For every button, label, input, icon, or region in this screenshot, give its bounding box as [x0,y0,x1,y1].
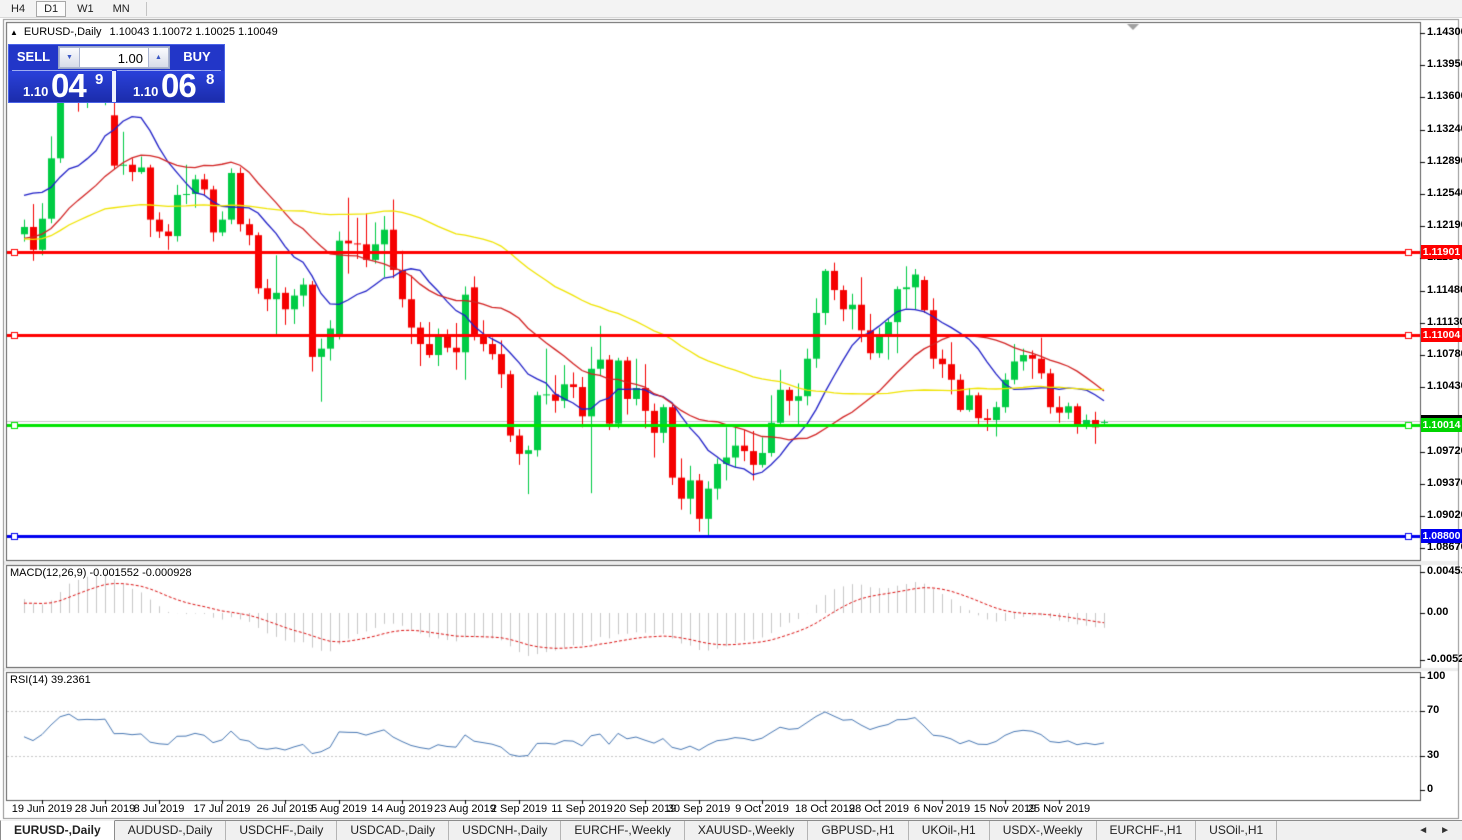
price-axis-label: 1.13240 [1427,123,1462,135]
chevron-down-icon: ▼ [66,54,73,61]
rsi-axis-label: 70 [1427,704,1439,716]
chart-symbol-title: EURUSD-,Daily [24,26,102,38]
one-click-trade-panel: SELL ▼ 1.00 ▲ BUY 1.10 04 9 1.10 06 [8,44,225,103]
timeframe-button-h4[interactable]: H4 [3,1,33,17]
price-axis-label: 1.12540 [1427,187,1462,199]
tab-scroll-right-icon[interactable]: ► [1434,825,1456,836]
price-axis-label: 1.11130 [1427,316,1462,328]
rsi-axis-label: 100 [1427,670,1445,682]
one-click-collapse-icon[interactable]: ▲ [10,28,18,37]
timeframe-button-w1[interactable]: W1 [69,1,102,17]
sell-price-big: 04 [51,71,86,102]
price-badge: 1.08800 [1421,529,1462,543]
date-axis-label: 17 Jul 2019 [189,803,255,815]
chart-tab-usdchf-daily[interactable]: USDCHF-,Daily [226,821,337,840]
chart-tab-usdx-weekly[interactable]: USDX-,Weekly [990,821,1097,840]
price-axis-label: 1.13950 [1427,58,1462,70]
date-axis-label: 28 Oct 2019 [846,803,912,815]
macd-values: -0.001552 -0.000928 [89,567,191,579]
date-axis-label: 14 Aug 2019 [369,803,435,815]
price-axis-label: 1.10430 [1427,380,1462,392]
chart-tab-eurchf-weekly[interactable]: EURCHF-,Weekly [561,821,684,840]
chart-tab-audusd-daily[interactable]: AUDUSD-,Daily [115,821,227,840]
sell-button[interactable]: SELL [9,49,58,64]
date-axis-label: 11 Sep 2019 [549,803,615,815]
buy-button[interactable]: BUY [170,49,224,64]
date-axis-label: 30 Sep 2019 [666,803,732,815]
price-axis-label: 1.13600 [1427,90,1462,102]
date-axis-label: 9 Oct 2019 [729,803,795,815]
macd-name: MACD(12,26,9) [10,567,86,579]
trading-platform-window: H4 D1 W1 MN ▲ EURUSD-,Daily 1.10043 1.1007… [0,0,1462,840]
rsi-indicator-label: RSI(14) 39.2361 [10,674,91,686]
rsi-axis-label: 30 [1427,749,1439,761]
timeframe-button-mn[interactable]: MN [105,1,138,17]
price-axis-label: 1.09370 [1427,477,1462,489]
chart-tab-usdcad-daily[interactable]: USDCAD-,Daily [337,821,449,840]
buy-price-big: 06 [161,71,196,102]
toolbar-separator [146,2,147,16]
price-axis-label: 1.12890 [1427,155,1462,167]
date-axis-label: 6 Nov 2019 [909,803,975,815]
tab-scroll-left-icon[interactable]: ◄ [1412,825,1434,836]
volume-spinner: ▼ 1.00 ▲ [58,46,170,69]
sell-price-display[interactable]: 1.10 04 9 [9,71,112,102]
chart-tab-gbpusd-h1[interactable]: GBPUSD-,H1 [808,821,908,840]
price-axis-label: 1.14300 [1427,26,1462,38]
chart-tab-eurusd-daily[interactable]: EURUSD-,Daily [0,820,115,840]
chart-tab-usoil-h1[interactable]: USOil-,H1 [1196,821,1277,840]
sell-price-sup: 9 [95,71,103,88]
date-axis-label: 19 Jun 2019 [9,803,75,815]
rsi-axis-label: 0 [1427,783,1433,795]
price-badge: 1.11004 [1421,328,1462,342]
chart-tab-xauusd-weekly[interactable]: XAUUSD-,Weekly [685,821,808,840]
chart-title-row: ▲ EURUSD-,Daily 1.10043 1.10072 1.10025 1.… [10,26,278,38]
macd-indicator-label: MACD(12,26,9) -0.001552 -0.000928 [10,567,192,579]
macd-axis-label: 0.00 [1427,606,1448,618]
volume-increase-button[interactable]: ▲ [148,47,169,68]
date-axis-label: 25 Nov 2019 [1026,803,1092,815]
timeframe-button-d1[interactable]: D1 [36,1,66,17]
chart-tab-usdcnh-daily[interactable]: USDCNH-,Daily [449,821,561,840]
macd-axis-label: -0.005205 [1427,653,1462,665]
price-axis-label: 1.11480 [1427,284,1462,296]
price-axis-label: 1.09020 [1427,509,1462,521]
buy-price-display[interactable]: 1.10 06 8 [116,71,224,102]
buy-price-small: 1.10 [133,84,158,99]
price-axis-label: 1.10780 [1427,348,1462,360]
price-chart-canvas[interactable] [0,0,1462,840]
timeframe-toolbar: H4 D1 W1 MN [0,0,1462,18]
chevron-up-icon: ▲ [155,54,162,61]
chart-tab-eurchf-h1[interactable]: EURCHF-,H1 [1097,821,1197,840]
tab-scroll-arrows: ◄► [1412,821,1462,840]
price-axis-label: 1.09720 [1427,445,1462,457]
date-axis-label: 2 Sep 2019 [486,803,552,815]
chart-tab-ukoil-h1[interactable]: UKOil-,H1 [909,821,990,840]
sell-price-small: 1.10 [23,84,48,99]
date-axis-label: 8 Jul 2019 [126,803,192,815]
price-axis-label: 1.12190 [1427,219,1462,231]
volume-decrease-button[interactable]: ▼ [59,47,80,68]
symbol-tab-bar: EURUSD-,DailyAUDUSD-,DailyUSDCHF-,DailyU… [0,820,1462,840]
chart-ohlc-values: 1.10043 1.10072 1.10025 1.10049 [110,26,278,38]
buy-price-sup: 8 [206,71,214,88]
macd-axis-label: 0.004536 [1427,565,1462,577]
price-badge: 1.10014 [1421,418,1462,432]
price-badge: 1.11901 [1421,245,1462,259]
date-axis-label: 5 Aug 2019 [306,803,372,815]
volume-input[interactable]: 1.00 [80,47,148,68]
